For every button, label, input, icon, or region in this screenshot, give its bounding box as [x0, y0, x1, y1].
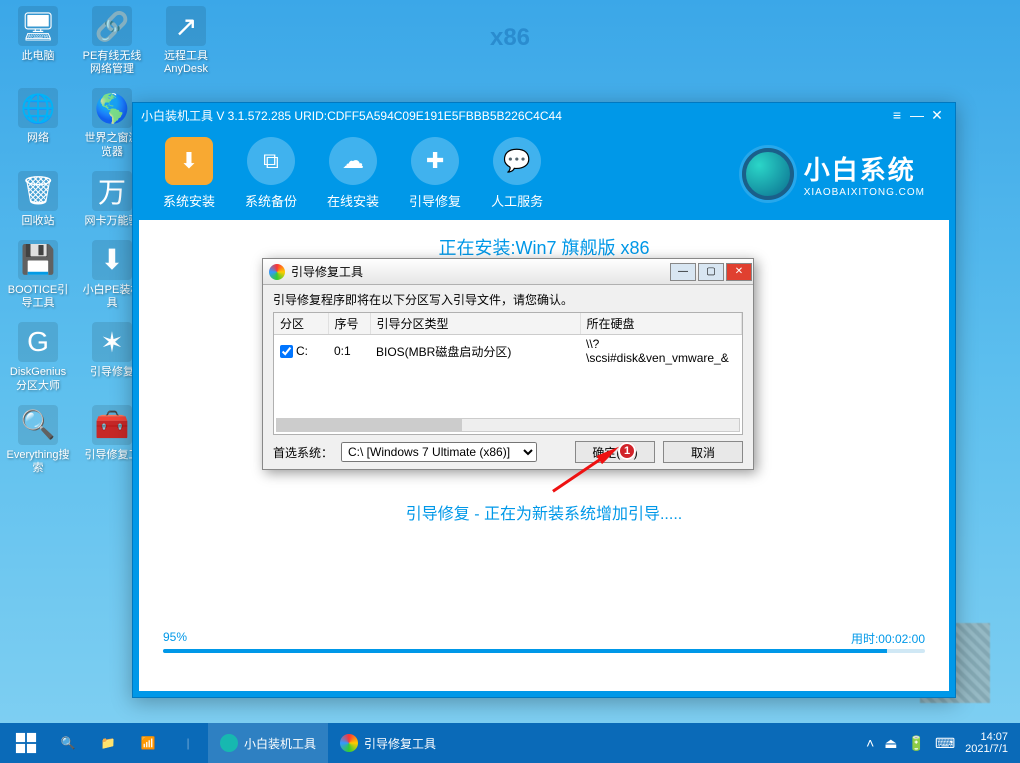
- app-icon: 万: [92, 171, 132, 211]
- dialog-title: 引导修复工具: [291, 263, 669, 280]
- app-icon: ✶: [92, 322, 132, 362]
- taskbar[interactable]: 🔍 📁 📶 | 小白装机工具 引导修复工具 ˄ ⏏ 🔋 ⌨ 14:07 2021…: [0, 723, 1020, 763]
- windows-logo-icon: [15, 732, 37, 754]
- tray-up-icon[interactable]: ˄: [866, 735, 874, 751]
- desktop-icon[interactable]: 💾BOOTICE引导工具: [6, 240, 70, 310]
- app-icon: 🧰: [92, 405, 132, 445]
- progress-time: 用时:00:02:00: [851, 630, 925, 647]
- toolbar-item[interactable]: 💬人工服务: [491, 137, 543, 210]
- progress-percent: 95%: [163, 630, 187, 647]
- install-heading: 正在安装:Win7 旗舰版 x86: [163, 234, 925, 260]
- toolbar-icon: 💬: [493, 137, 541, 185]
- system-tray[interactable]: ˄ ⏏ 🔋 ⌨ 14:07 2021/7/1: [866, 731, 1016, 755]
- app-icon: 🗑: [18, 171, 58, 211]
- task-icon: [340, 734, 358, 752]
- toolbar-item[interactable]: ☁在线安装: [327, 137, 379, 210]
- app-icon: 🔗: [92, 6, 132, 46]
- annotation-badge: 1: [618, 442, 636, 460]
- app-icon: G: [18, 322, 58, 362]
- tray-battery-icon[interactable]: 🔋: [908, 735, 925, 752]
- row-checkbox[interactable]: [280, 345, 293, 358]
- app-icon: ⬇: [92, 240, 132, 280]
- horizontal-scrollbar[interactable]: [276, 418, 740, 432]
- taskbar-wifi-icon[interactable]: 📶: [128, 723, 168, 763]
- installer-title: 小白装机工具 V 3.1.572.285 URID:CDFF5A594C09E1…: [141, 107, 887, 124]
- dialog-minimize-icon[interactable]: —: [670, 263, 696, 281]
- toolbar-icon: ⬇: [165, 137, 213, 185]
- app-icon: 🌎: [92, 88, 132, 128]
- taskbar-task-bootrepair[interactable]: 引导修复工具: [328, 723, 448, 763]
- toolbar-icon: ⧉: [247, 137, 295, 185]
- boot-repair-dialog: 引导修复工具 — ▢ ✕ 引导修复程序即将在以下分区写入引导文件，请您确认。 分…: [262, 258, 754, 470]
- progress-bar: [163, 649, 925, 653]
- tray-keyboard-icon[interactable]: ⌨: [935, 735, 955, 752]
- toolbar-item[interactable]: ⧉系统备份: [245, 137, 297, 210]
- desktop-icon[interactable]: GDiskGenius分区大师: [6, 322, 70, 392]
- taskbar-task-installer[interactable]: 小白装机工具: [208, 723, 328, 763]
- dialog-titlebar[interactable]: 引导修复工具 — ▢ ✕: [263, 259, 753, 285]
- col-disk[interactable]: 所在硬盘: [580, 313, 742, 335]
- close-icon[interactable]: ✕: [927, 107, 947, 124]
- installer-titlebar[interactable]: 小白装机工具 V 3.1.572.285 URID:CDFF5A594C09E1…: [133, 103, 955, 127]
- toolbar-icon: ☁: [329, 137, 377, 185]
- app-icon: 💾: [18, 240, 58, 280]
- taskbar-search-icon[interactable]: 🔍: [48, 723, 88, 763]
- app-icon: 🔍: [18, 405, 58, 445]
- toolbar-item[interactable]: ⬇系统安装: [163, 137, 215, 210]
- dialog-close-icon[interactable]: ✕: [726, 263, 752, 281]
- dialog-maximize-icon[interactable]: ▢: [698, 263, 724, 281]
- progress-area: 95% 用时:00:02:00: [163, 630, 925, 653]
- prefer-label: 首选系统：: [273, 444, 333, 461]
- minimize-icon[interactable]: —: [907, 107, 927, 123]
- taskbar-clock[interactable]: 14:07 2021/7/1: [965, 731, 1008, 755]
- desktop-icon[interactable]: ↗远程工具AnyDesk: [154, 6, 218, 76]
- brand-name: 小白系统: [804, 150, 925, 187]
- installer-toolbar: ⬇系统安装 ⧉系统备份 ☁在线安装 ✚引导修复 💬人工服务 小白系统 XIAOBAIXI…: [133, 127, 955, 220]
- start-button[interactable]: [4, 723, 48, 763]
- taskbar-divider: |: [168, 723, 208, 763]
- brand: 小白系统 XIAOBAIXITONG.COM: [742, 148, 925, 200]
- dialog-app-icon: [269, 264, 285, 280]
- app-icon: 🖥: [18, 6, 58, 46]
- brand-logo: [742, 148, 794, 200]
- task-icon: [220, 734, 238, 752]
- dialog-message: 引导修复程序即将在以下分区写入引导文件，请您确认。: [273, 291, 743, 308]
- cancel-button[interactable]: 取消: [663, 441, 743, 463]
- desktop-icon[interactable]: 🖥此电脑: [6, 6, 70, 76]
- prefer-system-select[interactable]: C:\ [Windows 7 Ultimate (x86)]: [341, 442, 537, 462]
- app-icon: ↗: [166, 6, 206, 46]
- col-type[interactable]: 引导分区类型: [370, 313, 580, 335]
- desktop-icon[interactable]: 🌐网络: [6, 88, 70, 158]
- desktop-icon[interactable]: 🗑回收站: [6, 171, 70, 228]
- desktop-icon[interactable]: 🔗PE有线无线网络管理: [80, 6, 144, 76]
- col-partition[interactable]: 分区: [274, 313, 328, 335]
- desktop-watermark: x86: [490, 24, 530, 52]
- col-index[interactable]: 序号: [328, 313, 370, 335]
- menu-icon[interactable]: ≡: [887, 107, 907, 123]
- table-row[interactable]: C: 0:1 BIOS(MBR磁盘启动分区) \\?\scsi#disk&ven…: [274, 335, 742, 368]
- partition-grid[interactable]: 分区 序号 引导分区类型 所在硬盘 C: 0:1 BIOS(MBR磁盘启动分区)…: [273, 312, 743, 435]
- app-icon: 🌐: [18, 88, 58, 128]
- brand-sub: XIAOBAIXITONG.COM: [804, 187, 925, 198]
- toolbar-item[interactable]: ✚引导修复: [409, 137, 461, 210]
- taskbar-explorer-icon[interactable]: 📁: [88, 723, 128, 763]
- desktop-icon[interactable]: 🔍Everything搜索: [6, 405, 70, 475]
- tray-eject-icon[interactable]: ⏏: [884, 735, 897, 752]
- toolbar-icon: ✚: [411, 137, 459, 185]
- status-text: 引导修复 - 正在为新装系统增加引导.....: [163, 500, 925, 524]
